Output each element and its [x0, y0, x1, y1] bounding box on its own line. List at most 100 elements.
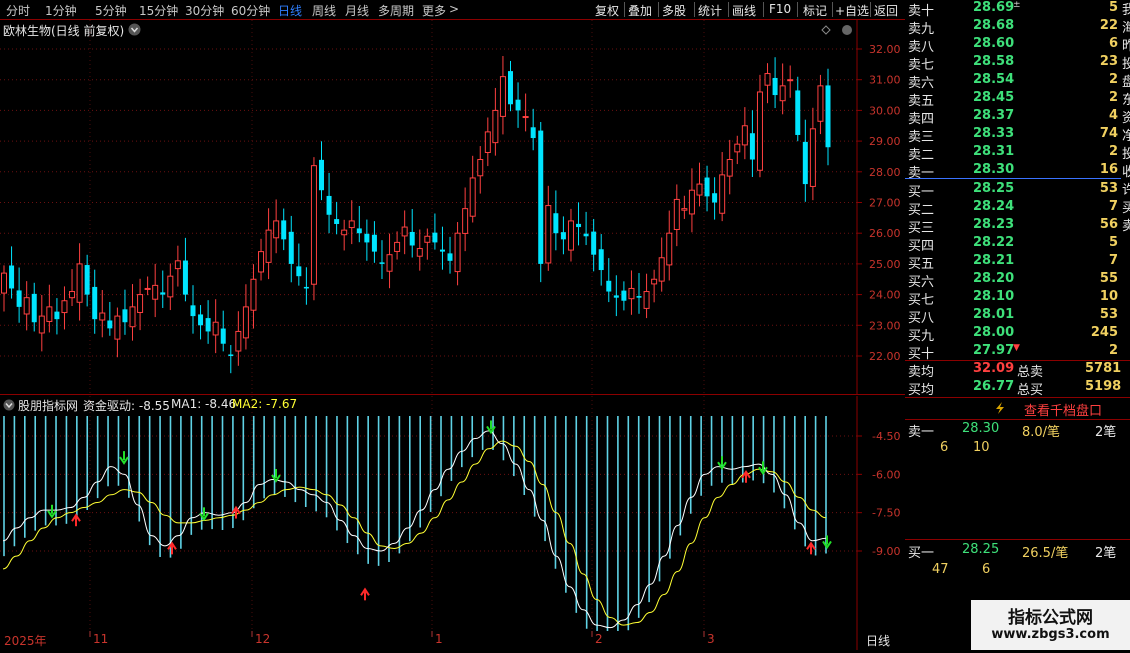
ask-level-row[interactable]: 卖三 28.33 74	[905, 126, 1130, 145]
level-volume: 22	[1099, 18, 1118, 33]
bid-level-row[interactable]: 买二 28.24 7	[905, 199, 1130, 218]
draw-line-button[interactable]: 画线	[732, 2, 756, 19]
toolbar-divider	[870, 2, 871, 17]
add-watchlist-button[interactable]: +自选	[835, 2, 869, 19]
level-name: 买五	[908, 257, 935, 272]
ask-level-row[interactable]: 卖二 28.31 2	[905, 144, 1130, 163]
period-multi[interactable]: 多周期	[378, 2, 414, 19]
book-divider	[905, 539, 1130, 540]
ask-level-row[interactable]: 卖八 28.60 6	[905, 36, 1130, 55]
overlay-button[interactable]: 叠加	[628, 2, 652, 19]
level-volume: 16	[1099, 162, 1118, 177]
level-name: 卖四	[908, 112, 935, 127]
level-name: 卖九	[908, 22, 935, 37]
avg-buy-price: 26.77	[973, 379, 1015, 394]
watermark-badge: 指标公式网 www.zbgs3.com	[971, 600, 1130, 650]
ask1-order-count: 2笔	[1095, 425, 1117, 440]
bid-level-row[interactable]: 买四 28.22 5	[905, 235, 1130, 254]
period-daily[interactable]: 日线	[278, 2, 302, 19]
period-weekly[interactable]: 周线	[312, 2, 336, 19]
bid-level-row[interactable]: 买九 28.00 245	[905, 325, 1130, 344]
price-tick-label: 27.00	[869, 197, 901, 210]
period-intraday[interactable]: 分时	[6, 2, 30, 19]
ask-level-row[interactable]: 卖七 28.58 23	[905, 54, 1130, 73]
level-name: 买三	[908, 221, 935, 236]
close-circle-icon[interactable]	[842, 25, 852, 35]
level-name: 买六	[908, 275, 935, 290]
adjust-button[interactable]: 复权	[595, 2, 619, 19]
stock-title: 欧林生物(日线 前复权)	[3, 24, 125, 38]
level-volume: 7	[1108, 199, 1118, 214]
indicator-tick-label: -6.00	[872, 468, 900, 481]
bid-level-row[interactable]: 买八 28.01 53	[905, 307, 1130, 326]
level-volume: 5	[1108, 0, 1118, 15]
level-price: 28.58	[973, 54, 1015, 69]
level-price: 28.68	[973, 18, 1015, 33]
indicator-name[interactable]: 股朋指标网	[18, 397, 78, 414]
bid-level-row[interactable]: 买一 28.25 53	[905, 181, 1130, 200]
price-tick-label: 26.00	[869, 227, 901, 240]
bid1-queue-qty: 47	[932, 562, 949, 577]
ask-level-row[interactable]: 卖十 28.69 5 ±	[905, 0, 1130, 19]
level-volume: 53	[1099, 307, 1118, 322]
toolbar-divider	[624, 2, 625, 17]
period-1min[interactable]: 1分钟	[45, 2, 77, 19]
stats-button[interactable]: 统计	[698, 2, 722, 19]
f10-button[interactable]: F10	[769, 2, 791, 16]
toolbar-divider	[832, 2, 833, 17]
indicator-chart[interactable]: -4.50 -6.00 -7.50 -9.00	[0, 396, 905, 653]
avg-buy-label: 买均	[908, 383, 935, 398]
bid-level-row[interactable]: 买六 28.20 55	[905, 271, 1130, 290]
period-60min[interactable]: 60分钟	[231, 2, 270, 19]
lightning-icon	[996, 402, 1004, 414]
chevron-down-icon[interactable]	[128, 23, 141, 36]
ask-level-row[interactable]: 卖四 28.37 4	[905, 108, 1130, 127]
multi-stock-button[interactable]: 多股	[662, 2, 686, 19]
indicator-panel[interactable]: -4.50 -6.00 -7.50 -9.00 股朋指标网 资金驱动: -8.55 M…	[0, 396, 905, 653]
book-divider	[905, 397, 1130, 398]
order-book-panel: 卖十 28.69 5 ± 卖九 28.68 22 卖八 28.60 6 卖七 28.58 23 卖六 28.…	[905, 0, 1130, 650]
period-more[interactable]: 更多	[422, 2, 446, 19]
bid-level-row[interactable]: 买五 28.21 7	[905, 253, 1130, 272]
back-button[interactable]: 返回	[874, 2, 898, 19]
ask-level-row[interactable]: 卖六 28.54 2	[905, 72, 1130, 91]
price-tick-label: 22.00	[869, 350, 901, 363]
bid-level-row[interactable]: 买十 27.97 2 ▼	[905, 343, 1130, 362]
indicator-value-drive: 资金驱动: -8.55	[83, 399, 170, 413]
toolbar-divider	[763, 2, 764, 17]
indicator-tick-label: -4.50	[872, 430, 900, 443]
price-tick-label: 29.00	[869, 135, 901, 148]
level-name: 卖三	[908, 130, 935, 145]
bid-level-row[interactable]: 买七 28.10 10	[905, 289, 1130, 308]
level-name: 买八	[908, 311, 935, 326]
period-30min[interactable]: 30分钟	[185, 2, 224, 19]
avg-sell-label: 卖均	[908, 365, 935, 380]
price-tick-label: 30.00	[869, 104, 901, 117]
ask-level-row[interactable]: 卖九 28.68 22	[905, 18, 1130, 37]
bid-level-row[interactable]: 买三 28.23 56	[905, 217, 1130, 236]
bid1-queue-qty: 6	[982, 562, 991, 577]
mark-button[interactable]: 标记	[803, 2, 827, 19]
period-indicator[interactable]: 日线	[866, 632, 890, 649]
ask1-detail-price: 28.30	[962, 421, 1000, 436]
level-name: 买一	[908, 185, 935, 200]
level-price: 28.30	[973, 162, 1015, 177]
bid-ask-divider	[905, 178, 1121, 179]
period-15min[interactable]: 15分钟	[139, 2, 178, 19]
ask1-detail-label: 卖一	[908, 425, 935, 440]
thousand-level-button[interactable]: 查看千档盘口	[1024, 400, 1102, 419]
level-name: 买九	[908, 329, 935, 344]
kline-chart[interactable]: 32.00 31.00 30.00 29.00 28.00 27.00 26.00 25.00…	[0, 20, 905, 395]
ask-level-row[interactable]: 卖五 28.45 2	[905, 90, 1130, 109]
level-name: 卖五	[908, 94, 935, 109]
chevron-down-icon[interactable]	[3, 399, 15, 411]
level-price: 28.25	[973, 181, 1015, 196]
date-label-feb: 2	[595, 632, 603, 646]
period-5min[interactable]: 5分钟	[95, 2, 127, 19]
period-monthly[interactable]: 月线	[345, 2, 369, 19]
level-price: 28.24	[973, 199, 1015, 214]
side-info-strip: 我海昨投盘东资净投收许买卖	[1121, 0, 1130, 400]
price-tick-label: 28.00	[869, 166, 901, 179]
kline-panel[interactable]: 32.00 31.00 30.00 29.00 28.00 27.00 26.00 25.00…	[0, 20, 905, 395]
ask1-queue-qty: 10	[973, 440, 990, 455]
